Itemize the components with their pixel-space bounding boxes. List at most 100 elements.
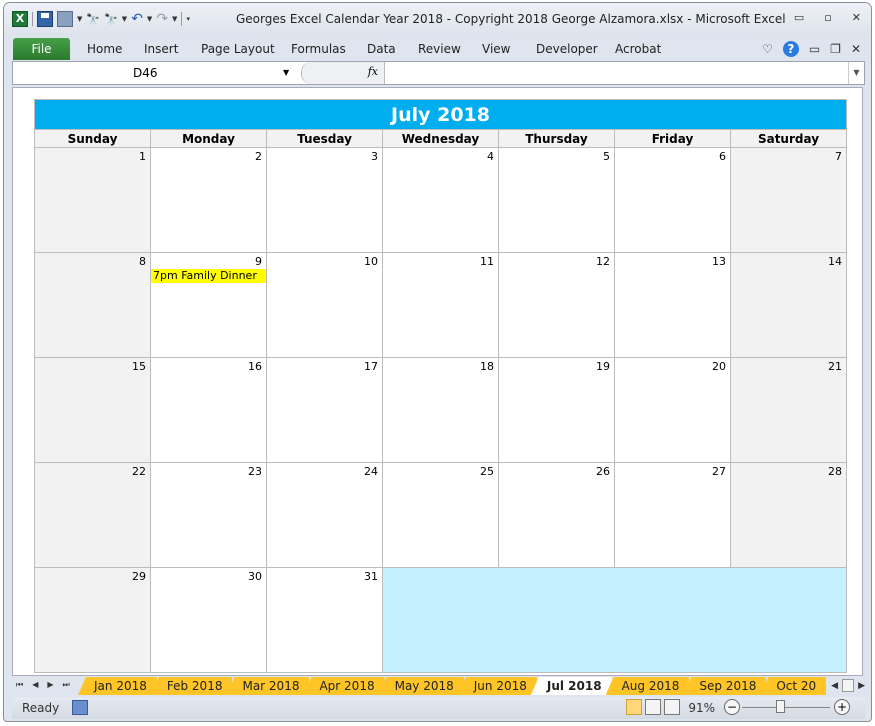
- file-tab[interactable]: File: [13, 38, 70, 60]
- day-cell[interactable]: 24: [266, 462, 383, 568]
- sheet-tab[interactable]: Mar 2018: [226, 677, 310, 695]
- minimize-button[interactable]: ▭: [794, 11, 804, 24]
- find-replace-icon[interactable]: 🔭: [104, 13, 118, 26]
- scroll-left-icon[interactable]: ◀: [831, 681, 838, 691]
- tab-developer[interactable]: Developer: [536, 42, 598, 56]
- minimize-ribbon-icon[interactable]: ♡: [762, 42, 773, 56]
- tab-insert[interactable]: Insert: [144, 42, 178, 56]
- workbook-minimize-button[interactable]: ▭: [809, 42, 820, 56]
- day-cell[interactable]: 23: [150, 462, 267, 568]
- worksheet[interactable]: July 2018 Sunday Monday Tuesday Wednesday Th…: [12, 87, 863, 676]
- day-cell[interactable]: 25: [382, 462, 499, 568]
- undo-icon[interactable]: ↶: [131, 11, 143, 27]
- sheet-tab[interactable]: Aug 2018: [605, 677, 690, 695]
- dropdown-arrow-icon[interactable]: ▼: [122, 15, 127, 23]
- save-icon[interactable]: [37, 11, 53, 27]
- tab-data[interactable]: Data: [367, 42, 396, 56]
- day-cell[interactable]: 29: [34, 567, 151, 673]
- expand-formula-bar-icon[interactable]: ▼: [848, 62, 864, 84]
- customize-toolbar-icon[interactable]: ▾: [186, 15, 190, 23]
- macro-record-icon[interactable]: [72, 700, 88, 715]
- dropdown-arrow-icon[interactable]: ▼: [77, 15, 82, 23]
- sheet-tab[interactable]: Jul 2018: [530, 677, 612, 695]
- blank-cell[interactable]: [382, 567, 847, 673]
- name-box[interactable]: D46 ▼: [13, 62, 297, 84]
- chevron-down-icon[interactable]: ▼: [283, 62, 289, 84]
- day-cell[interactable]: 22: [34, 462, 151, 568]
- sheet-tab[interactable]: May 2018: [378, 677, 464, 695]
- scrollbar-thumb[interactable]: [842, 679, 855, 692]
- day-cell[interactable]: 30: [150, 567, 267, 673]
- scroll-right-icon[interactable]: ▶: [858, 681, 865, 691]
- workbook-close-button[interactable]: ✕: [851, 42, 861, 56]
- page-break-view-button[interactable]: [664, 699, 680, 715]
- day-cell[interactable]: 13: [614, 252, 731, 358]
- day-cell[interactable]: 20: [614, 357, 731, 463]
- day-cell[interactable]: 5: [498, 147, 615, 253]
- formula-input[interactable]: [387, 62, 846, 84]
- tab-view[interactable]: View: [482, 42, 510, 56]
- sheet-tab[interactable]: Oct 20: [760, 677, 827, 695]
- zoom-level[interactable]: 91%: [688, 701, 715, 715]
- last-sheet-icon[interactable]: ⏭: [63, 680, 70, 690]
- day-cell[interactable]: 2: [150, 147, 267, 253]
- calculator-icon[interactable]: [57, 11, 73, 27]
- day-cell[interactable]: 4: [382, 147, 499, 253]
- sheet-tab[interactable]: Jan 2018: [78, 677, 157, 695]
- zoom-in-button[interactable]: +: [834, 699, 850, 715]
- day-cell[interactable]: 27: [614, 462, 731, 568]
- day-cell[interactable]: 1: [34, 147, 151, 253]
- next-sheet-icon[interactable]: ▶: [47, 680, 53, 690]
- calendar-event[interactable]: 7pm Family Dinner: [151, 269, 266, 283]
- day-cell[interactable]: 28: [730, 462, 847, 568]
- insert-function-icon[interactable]: fx: [368, 65, 378, 78]
- tab-acrobat[interactable]: Acrobat: [615, 42, 661, 56]
- day-cell[interactable]: 21: [730, 357, 847, 463]
- zoom-slider-thumb[interactable]: [776, 700, 785, 713]
- dropdown-arrow-icon[interactable]: ▼: [172, 15, 177, 23]
- day-cell[interactable]: 16: [150, 357, 267, 463]
- first-sheet-icon[interactable]: ⏮: [16, 680, 23, 690]
- day-cell[interactable]: 17: [266, 357, 383, 463]
- help-icon[interactable]: ?: [782, 41, 799, 57]
- day-cell[interactable]: 18: [382, 357, 499, 463]
- sheet-tab[interactable]: Jun 2018: [457, 677, 537, 695]
- redo-icon[interactable]: ↷: [156, 11, 168, 27]
- day-cell[interactable]: 3: [266, 147, 383, 253]
- sheet-tab[interactable]: Feb 2018: [150, 677, 233, 695]
- prev-sheet-icon[interactable]: ◀: [32, 680, 38, 690]
- day-cell[interactable]: 10: [266, 252, 383, 358]
- workbook-restore-button[interactable]: ❐: [830, 42, 841, 56]
- dropdown-arrow-icon[interactable]: ▼: [147, 15, 152, 23]
- day-number: 24: [364, 465, 378, 478]
- normal-view-button[interactable]: [626, 699, 642, 715]
- day-cell[interactable]: 15: [34, 357, 151, 463]
- day-cell[interactable]: 9 7pm Family Dinner: [150, 252, 267, 358]
- tab-review[interactable]: Review: [418, 42, 461, 56]
- day-cell[interactable]: 31: [266, 567, 383, 673]
- day-cell[interactable]: 19: [498, 357, 615, 463]
- day-cell[interactable]: 12: [498, 252, 615, 358]
- day-cell[interactable]: 14: [730, 252, 847, 358]
- horizontal-scrollbar[interactable]: ◀ ▶: [831, 679, 865, 692]
- zoom-out-button[interactable]: −: [724, 699, 740, 715]
- day-cell[interactable]: 26: [498, 462, 615, 568]
- sheet-tab[interactable]: Sep 2018: [683, 677, 767, 695]
- tab-page-layout[interactable]: Page Layout: [201, 42, 275, 56]
- day-number: 31: [364, 570, 378, 583]
- sheet-tab[interactable]: Apr 2018: [303, 677, 385, 695]
- status-bar: Ready 91% − +: [12, 697, 865, 719]
- page-layout-view-button[interactable]: [645, 699, 661, 715]
- maximize-button[interactable]: ▫: [824, 11, 831, 24]
- find-icon[interactable]: 🔭: [86, 13, 100, 26]
- day-cell[interactable]: 6: [614, 147, 731, 253]
- tab-home[interactable]: Home: [87, 42, 122, 56]
- zoom-slider-track[interactable]: [742, 707, 830, 708]
- day-cell[interactable]: 11: [382, 252, 499, 358]
- tab-formulas[interactable]: Formulas: [291, 42, 346, 56]
- day-cell[interactable]: 7: [730, 147, 847, 253]
- excel-logo-icon[interactable]: X: [12, 11, 28, 27]
- day-header-saturday: Saturday: [730, 129, 847, 148]
- close-button[interactable]: ✕: [852, 11, 861, 24]
- day-cell[interactable]: 8: [34, 252, 151, 358]
